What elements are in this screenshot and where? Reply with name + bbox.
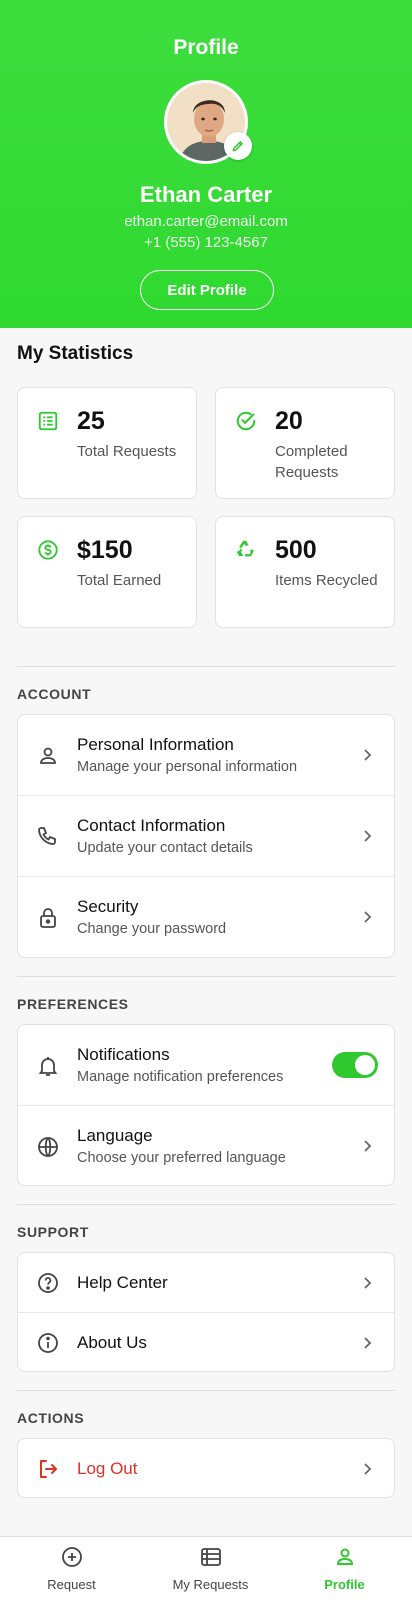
person-icon <box>40 747 56 764</box>
account-item-contact-information[interactable]: Contact Information Update your contact … <box>18 796 394 877</box>
row-subtitle: Update your contact details <box>77 840 253 856</box>
stat-card-total-earned: $150 Total Earned <box>17 516 197 628</box>
globe-icon <box>38 1137 58 1157</box>
bottom-nav: Request My Requests Profile <box>0 1536 412 1600</box>
phone-icon <box>38 827 56 845</box>
stat-value: 25 <box>77 407 105 435</box>
edit-profile-button[interactable]: Edit Profile <box>140 270 274 310</box>
account-label: ACCOUNT <box>17 686 92 702</box>
recycle-icon <box>236 540 254 557</box>
user-name: Ethan Carter <box>139 182 273 207</box>
divider <box>17 976 395 977</box>
user-phone: +1 (555) 123-4567 <box>144 234 268 251</box>
stat-label: Completed Requests <box>275 443 348 481</box>
nav-item-request[interactable]: Request <box>3 1537 140 1600</box>
actions-card: Log Out <box>17 1438 395 1498</box>
logout-button[interactable]: Log Out <box>18 1439 394 1497</box>
nav-label: Request <box>47 1577 96 1592</box>
notifications-toggle[interactable] <box>332 1052 378 1078</box>
row-subtitle: Manage notification preferences <box>77 1069 284 1085</box>
preference-item-language[interactable]: Language Choose your preferred language <box>18 1106 394 1185</box>
chevron-right-icon <box>364 1463 372 1475</box>
profile-header: Profile Ethan Carter ethan.carter@email.… <box>0 0 412 328</box>
preferences-card: Notifications Manage notification prefer… <box>17 1024 395 1186</box>
chevron-right-icon <box>364 1140 372 1152</box>
nav-label: My Requests <box>172 1577 249 1592</box>
stat-card-completed: 20 Completed Requests <box>215 387 395 499</box>
support-card: Help Center About Us <box>17 1252 395 1372</box>
stat-label: Total Requests <box>77 443 177 460</box>
row-title: Personal Information <box>77 735 234 754</box>
nav-item-my-requests[interactable]: My Requests <box>142 1537 279 1600</box>
avatar-container[interactable] <box>164 80 252 166</box>
row-subtitle: Change your password <box>77 921 227 937</box>
person-icon <box>336 1548 354 1565</box>
pencil-icon <box>232 141 243 152</box>
row-title: Language <box>77 1126 153 1145</box>
plus-circle-icon <box>62 1547 82 1567</box>
lock-icon <box>40 908 56 928</box>
chevron-right-icon <box>364 1277 372 1289</box>
support-item-help-center[interactable]: Help Center <box>18 1253 394 1313</box>
chevron-right-icon <box>364 911 372 923</box>
row-subtitle: Choose your preferred language <box>77 1150 286 1166</box>
row-title: Notifications <box>77 1045 170 1064</box>
list-icon <box>201 1548 221 1566</box>
info-icon <box>38 1333 58 1353</box>
preferences-label: PREFERENCES <box>17 996 129 1012</box>
stat-value: 500 <box>275 536 317 564</box>
preference-item-notifications: Notifications Manage notification prefer… <box>18 1025 394 1106</box>
nav-item-profile[interactable]: Profile <box>276 1537 412 1600</box>
row-subtitle: Manage your personal information <box>77 759 298 775</box>
row-title: Contact Information <box>77 816 226 835</box>
stat-card-total-requests: 25 Total Requests <box>17 387 197 499</box>
chevron-right-icon <box>364 749 372 761</box>
list-icon <box>38 411 58 431</box>
account-item-personal-information[interactable]: Personal Information Manage your persona… <box>18 715 394 796</box>
user-email: ethan.carter@email.com <box>124 213 288 230</box>
edit-avatar-button[interactable] <box>224 132 252 160</box>
bell-icon <box>38 1057 58 1076</box>
divider <box>17 1204 395 1205</box>
chevron-right-icon <box>364 1337 372 1349</box>
divider <box>17 666 395 667</box>
support-label: SUPPORT <box>17 1224 89 1240</box>
check-circle-icon <box>236 411 256 431</box>
page-title: Profile <box>173 36 239 59</box>
divider <box>17 1390 395 1391</box>
logout-icon <box>40 1460 57 1478</box>
dollar-icon <box>38 540 58 560</box>
row-title: Help Center <box>77 1273 168 1292</box>
nav-label: Profile <box>324 1577 365 1592</box>
row-title: Security <box>77 897 139 916</box>
stat-value: $150 <box>77 536 133 564</box>
stat-value: 20 <box>275 407 303 435</box>
chevron-right-icon <box>364 830 372 842</box>
account-item-security[interactable]: Security Change your password <box>18 877 394 957</box>
stat-card-items-recycled: 500 Items Recycled <box>215 516 395 628</box>
support-item-about-us[interactable]: About Us <box>18 1313 394 1371</box>
help-icon <box>38 1273 58 1293</box>
statistics-title: My Statistics <box>17 343 134 364</box>
actions-label: ACTIONS <box>17 1410 85 1426</box>
row-title: Log Out <box>77 1459 138 1478</box>
row-title: About Us <box>77 1333 147 1352</box>
stat-label: Total Earned <box>77 572 162 589</box>
stat-label: Items Recycled <box>275 572 378 589</box>
account-card: Personal Information Manage your persona… <box>17 714 395 958</box>
